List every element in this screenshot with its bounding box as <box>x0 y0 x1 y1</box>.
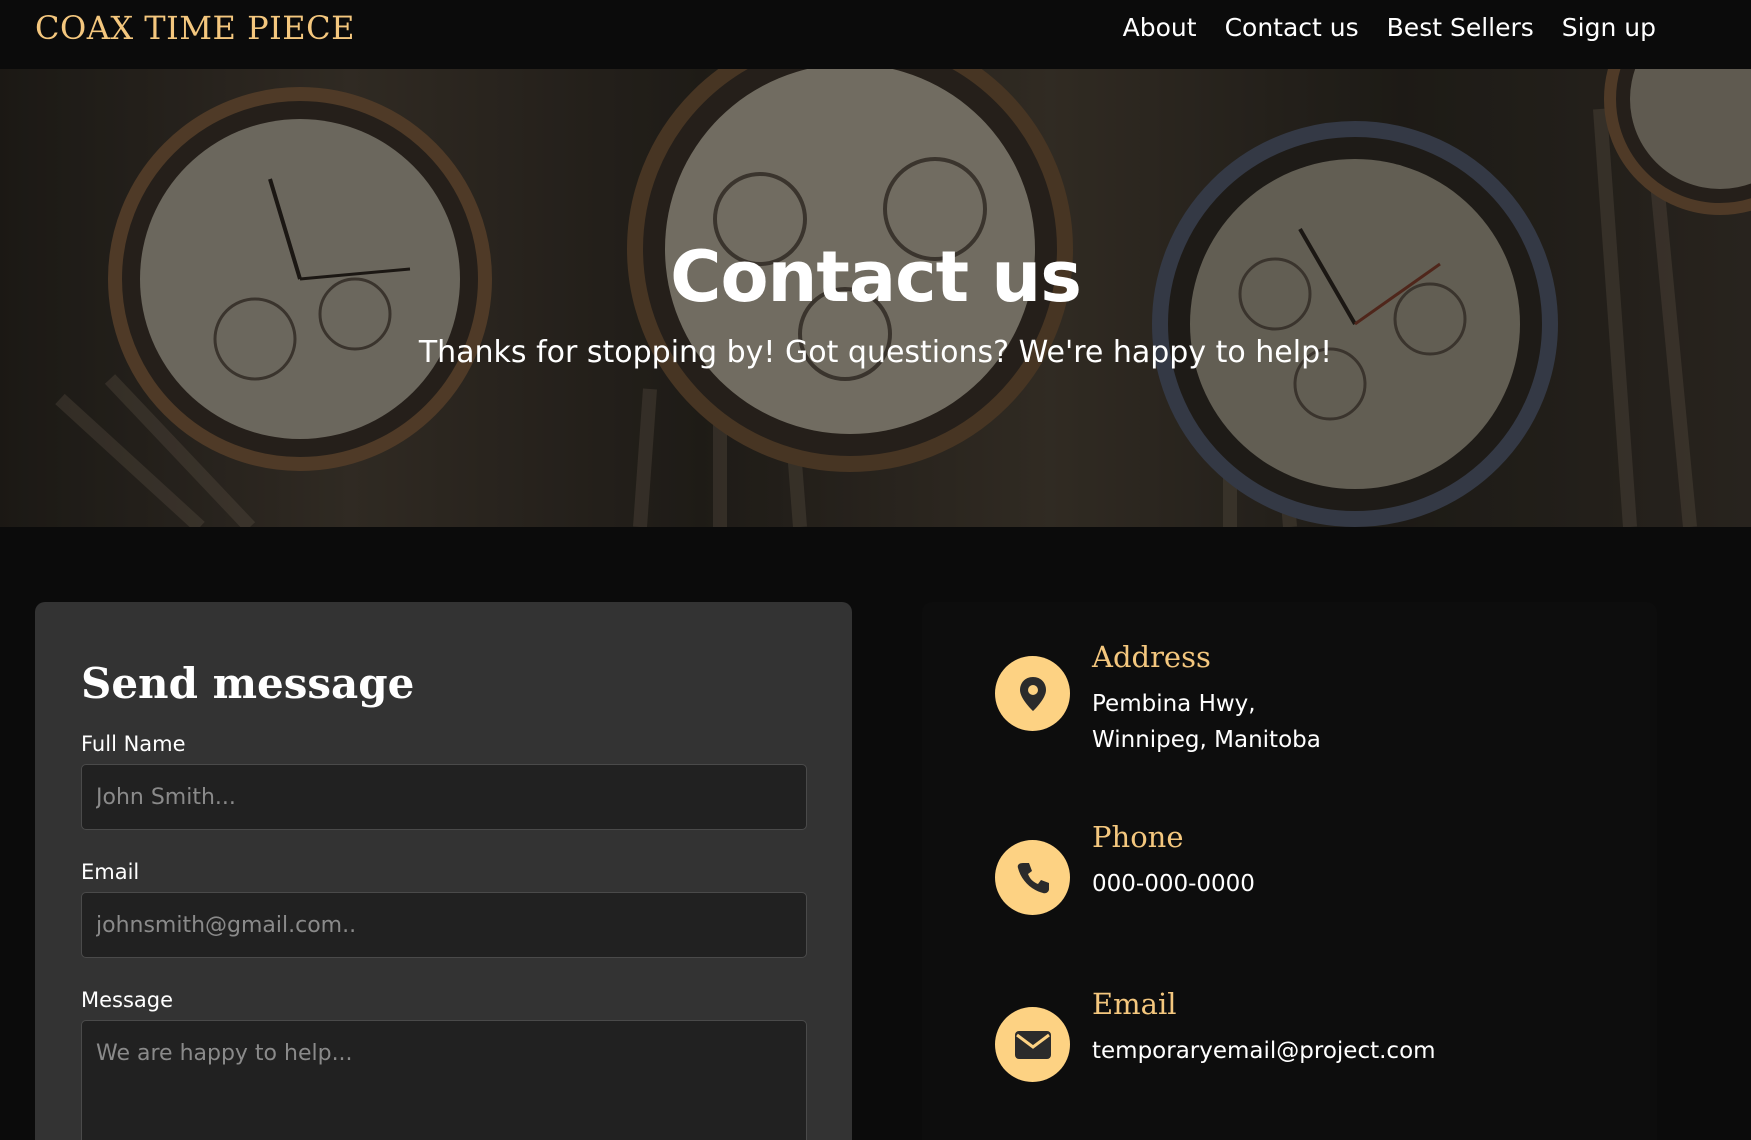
contact-info-panel: Address Pembina Hwy, Winnipeg, Manitoba … <box>922 602 1657 1140</box>
email-input[interactable] <box>81 892 807 958</box>
full-name-label: Full Name <box>81 732 186 756</box>
address-line-2: Winnipeg, Manitoba <box>1092 727 1321 753</box>
nav-link-sign-up[interactable]: Sign up <box>1562 12 1656 44</box>
nav-link-best-sellers[interactable]: Best Sellers <box>1387 12 1534 44</box>
email-address[interactable]: temporaryemail@project.com <box>1092 1033 1436 1069</box>
email-label: Email <box>81 860 140 884</box>
map-pin-icon <box>995 656 1070 731</box>
phone-number: 000-000-0000 <box>1092 871 1255 897</box>
nav-links: About Contact us Best Sellers Sign up <box>1123 12 1656 44</box>
full-name-input[interactable] <box>81 764 807 830</box>
address-title: Address <box>1092 640 1211 674</box>
message-textarea[interactable] <box>81 1020 807 1140</box>
send-message-form: Send message Full Name Email Message <box>35 602 852 1140</box>
address-line-1: Pembina Hwy, <box>1092 691 1256 717</box>
brand-logo[interactable]: COAX TIME PIECE <box>35 8 355 48</box>
nav-link-contact-us[interactable]: Contact us <box>1225 12 1359 44</box>
email-title: Email <box>1092 987 1177 1021</box>
nav-link-about[interactable]: About <box>1123 12 1197 44</box>
page-subtitle: Thanks for stopping by! Got questions? W… <box>418 335 1333 370</box>
phone-title: Phone <box>1092 820 1184 854</box>
page-title: Contact us <box>670 236 1082 318</box>
phone-icon <box>995 840 1070 915</box>
envelope-icon <box>995 1007 1070 1082</box>
navbar: COAX TIME PIECE About Contact us Best Se… <box>0 0 1751 69</box>
message-label: Message <box>81 988 174 1012</box>
hero-banner: Contact us Thanks for stopping by! Got q… <box>0 69 1751 527</box>
form-title: Send message <box>81 659 415 708</box>
